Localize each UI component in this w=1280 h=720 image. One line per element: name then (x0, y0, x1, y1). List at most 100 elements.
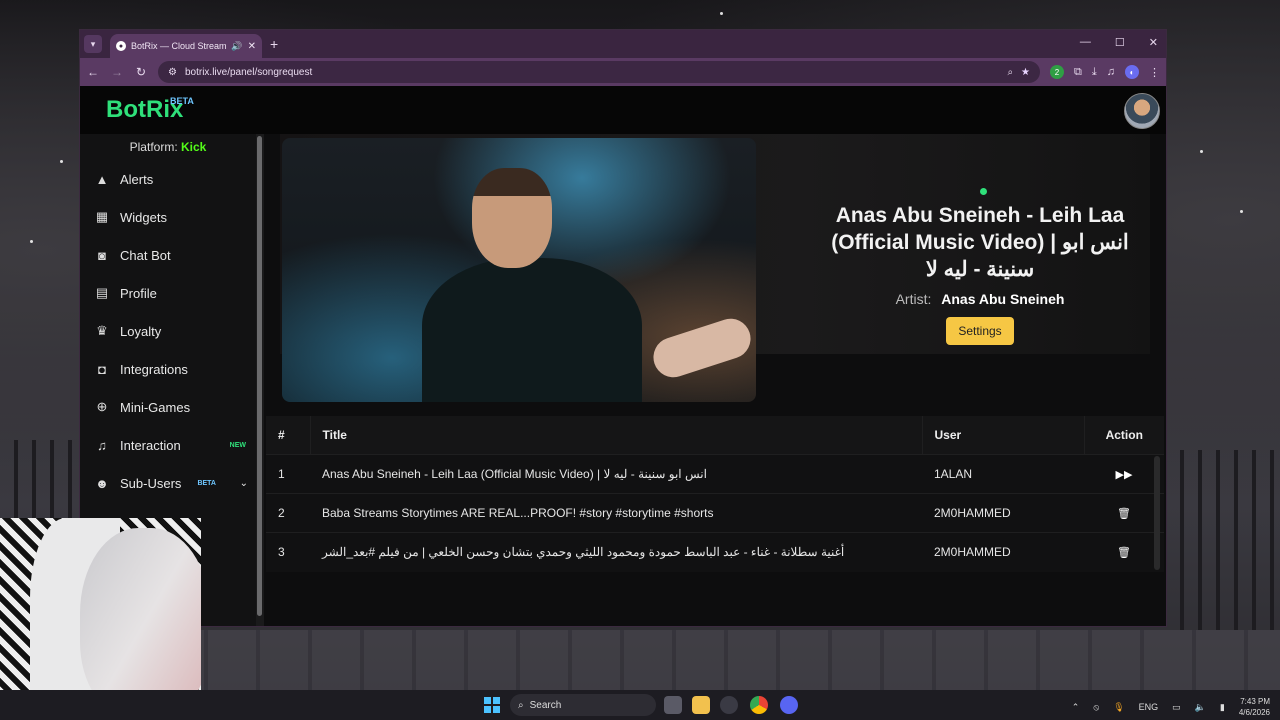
tab-search-button[interactable]: ▾ (84, 35, 102, 53)
sidebar-scrollbar[interactable] (256, 134, 264, 626)
trash-icon[interactable]: 🗑 (1117, 547, 1131, 559)
users-icon: ☻ (95, 475, 109, 491)
chevron-up-icon[interactable]: ⌃ (1072, 702, 1080, 713)
snowflake (1240, 210, 1243, 213)
site-info-icon[interactable]: ⚙ (168, 67, 177, 78)
sidebar-item-label: Widgets (120, 209, 167, 225)
clock[interactable]: 7:43 PM 4/6/2026 (1239, 696, 1270, 718)
close-tab-icon[interactable]: ✕ (248, 41, 256, 52)
sidebar-item-label: Loyalty (120, 323, 162, 339)
beta-badge: BETA (197, 479, 216, 487)
obs-icon[interactable] (720, 696, 738, 714)
trash-icon[interactable]: 🗑 (1117, 508, 1131, 520)
task-view-icon[interactable] (664, 696, 682, 714)
url-text: botrix.live/panel/songrequest (184, 66, 313, 78)
back-icon[interactable]: ← (86, 65, 100, 79)
video-figure-body (422, 258, 642, 402)
scrollbar-thumb[interactable] (257, 136, 262, 616)
top-navbar: BotRix BETA (80, 86, 1166, 134)
row-action: 🗑 (1084, 492, 1164, 532)
sidebar-item-interaction[interactable]: ♫ Interaction NEW (80, 426, 256, 464)
skip-forward-icon[interactable]: ▶▶ (1116, 469, 1133, 481)
speaker-icon[interactable]: 🔊 (231, 41, 242, 52)
sidebar-item-label: Integrations (120, 361, 188, 377)
table-row: 3 أغنية سطلانة - غناء - عبد الباسط حمودة… (266, 531, 1164, 571)
artist-name: Anas Abu Sneineh (941, 291, 1065, 307)
search-icon: ⌕ (518, 699, 524, 711)
wallpaper-railing-right (1166, 450, 1280, 630)
row-title: Baba Streams Storytimes ARE REAL...PROOF… (310, 492, 922, 532)
sidebar-item-chat-bot[interactable]: ◙ Chat Bot (80, 236, 256, 274)
table-row: 1 Anas Abu Sneineh - Leih Laa (Official … (266, 453, 1164, 493)
profile-icon[interactable]: ◐ (1125, 65, 1139, 79)
close-window-icon[interactable]: ✕ (1149, 36, 1158, 49)
network-off-icon[interactable]: ⦸ (1093, 702, 1099, 713)
file-explorer-icon[interactable] (692, 696, 710, 714)
song-info: Anas Abu Sneineh - Leih Laa (Official Mu… (810, 184, 1150, 345)
sidebar-item-profile[interactable]: ▤ Profile (80, 274, 256, 312)
zoom-icon[interactable]: ⌕ (1007, 67, 1013, 78)
download-icon[interactable]: ⤓ (1092, 66, 1097, 79)
windows-start-icon[interactable] (484, 697, 500, 713)
media-control-icon[interactable]: ♫ (1107, 66, 1115, 78)
queue-scrollbar[interactable] (1154, 456, 1160, 570)
reload-icon[interactable]: ↻ (134, 65, 148, 79)
language-indicator[interactable]: ENG (1139, 702, 1159, 712)
table-row: 2 Baba Streams Storytimes ARE REAL...PRO… (266, 492, 1164, 532)
new-tab-button[interactable]: + (270, 36, 278, 52)
bookmark-star-icon[interactable]: ★ (1021, 67, 1030, 78)
platform-value: Kick (181, 140, 207, 154)
now-playing-card: Anas Abu Sneineh - Leih Laa (Official Mu… (280, 134, 1150, 402)
chrome-icon[interactable] (750, 696, 768, 714)
sidebar-item-label: Interaction (120, 437, 181, 453)
settings-button[interactable]: Settings (946, 317, 1014, 345)
user-avatar[interactable] (1124, 93, 1160, 129)
id-card-icon: ▤ (95, 285, 109, 300)
platform-label: Platform: (129, 140, 178, 154)
browser-window: ▾ ● BotRix — Cloud Streaming 🔊 ✕ + — ☐ ✕… (79, 29, 1167, 627)
header-title: Title (309, 416, 922, 454)
address-bar: ← → ↻ ⚙ botrix.live/panel/songrequest ⌕ … (80, 58, 1166, 86)
new-badge: NEW (229, 441, 246, 449)
row-action: ▶▶ (1084, 453, 1164, 493)
sidebar-item-alerts[interactable]: ▲ Alerts (80, 160, 256, 198)
menu-kebab-icon[interactable]: ⋮ (1149, 66, 1160, 79)
taskbar-search[interactable]: ⌕ Search (510, 694, 656, 716)
discord-app-icon[interactable] (780, 696, 798, 714)
sidebar-item-integrations[interactable]: ◘ Integrations (80, 350, 256, 388)
sidebar-item-loyalty[interactable]: ♛ Loyalty (80, 312, 256, 350)
sidebar-item-widgets[interactable]: ▦ Widgets (80, 198, 256, 236)
extensions-puzzle-icon[interactable]: ⧉ (1074, 66, 1082, 79)
system-tray: ⌃ ⦸ 🎙 ENG ▭ 🔈 ▮ 7:43 PM 4/6/2026 (1072, 696, 1270, 718)
volume-icon[interactable]: 🔈 (1195, 702, 1206, 713)
sidebar-item-label: Profile (120, 285, 157, 301)
forward-icon[interactable]: → (110, 65, 124, 79)
browser-tab[interactable]: ● BotRix — Cloud Streaming 🔊 ✕ (110, 34, 262, 58)
tab-title: BotRix — Cloud Streaming (131, 41, 227, 51)
header-number: # (266, 416, 310, 454)
sidebar-item-label: Sub-Users (120, 475, 182, 491)
tab-strip: ▾ ● BotRix — Cloud Streaming 🔊 ✕ + — ☐ ✕ (80, 30, 1166, 58)
platform-indicator: Platform: Kick (80, 134, 256, 160)
trophy-icon: ♛ (96, 323, 108, 338)
music-icon: ♫ (97, 437, 107, 453)
battery-icon[interactable]: ▮ (1220, 702, 1225, 713)
display-icon[interactable]: ▭ (1172, 702, 1181, 713)
snowflake (60, 160, 63, 163)
sidebar-item-mini-games[interactable]: ⊕ Mini-Games (80, 388, 256, 426)
chevron-down-icon[interactable]: ⌄ (240, 478, 248, 489)
warning-icon: ▲ (95, 171, 109, 187)
microphone-icon[interactable]: 🎙 (1113, 702, 1124, 713)
minimize-icon[interactable]: — (1080, 36, 1091, 49)
sidebar-item-sub-users[interactable]: ☻ Sub-Users BETA ⌄ (80, 464, 256, 502)
maximize-icon[interactable]: ☐ (1115, 36, 1125, 49)
song-request-panel: Anas Abu Sneineh - Leih Laa (Official Mu… (266, 134, 1166, 626)
table-header-row: # Title User Action (266, 416, 1164, 454)
video-player[interactable] (282, 138, 756, 402)
discord-icon: ◘ (98, 361, 106, 377)
row-user: 2M0HAMMED (922, 531, 1084, 571)
url-input[interactable]: ⚙ botrix.live/panel/songrequest ⌕ ★ (158, 61, 1041, 83)
extension-icon[interactable]: 2 (1050, 65, 1065, 79)
row-title: Anas Abu Sneineh - Leih Laa (Official Mu… (310, 453, 922, 493)
song-title: Anas Abu Sneineh - Leih Laa (Official Mu… (831, 204, 1129, 281)
